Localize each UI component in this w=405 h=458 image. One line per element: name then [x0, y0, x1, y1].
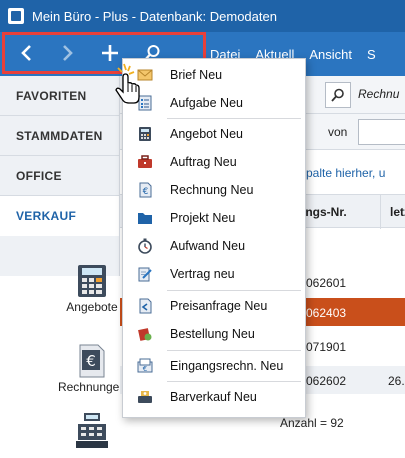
euro-invoice-icon: €	[139, 182, 152, 198]
tile-rechnungen[interactable]: € Rechnungen	[58, 344, 126, 394]
cell-nr: 062403	[306, 306, 347, 320]
chevron-left-icon	[21, 45, 31, 61]
app-icon	[8, 8, 24, 24]
von-input[interactable]	[358, 119, 405, 145]
menu-item-label: Projekt Neu	[170, 211, 236, 225]
sidebar-item-favoriten[interactable]: FAVORITEN	[0, 76, 119, 116]
menu-item-label: Bestellung Neu	[170, 327, 255, 341]
svg-text:€: €	[143, 365, 147, 373]
menu-item-auftrag-neu[interactable]: Auftrag Neu	[123, 148, 305, 176]
menu-item-barverkauf-neu[interactable]: Barverkauf Neu	[123, 383, 305, 411]
cell-letzte: 26.	[388, 374, 405, 388]
menu-separator	[167, 118, 301, 119]
chevron-right-icon	[63, 45, 73, 61]
tile-angebote[interactable]: Angebote	[62, 264, 122, 314]
stopwatch-icon	[138, 238, 152, 254]
menu-s[interactable]: S	[367, 47, 376, 62]
menu-item-angebot-neu[interactable]: Angebot Neu	[123, 120, 305, 148]
menu-item-label: Eingangsrechn. Neu	[170, 359, 284, 373]
svg-text:€: €	[143, 187, 149, 197]
menu-item-label: Aufgabe Neu	[170, 96, 243, 110]
menu-separator	[167, 381, 301, 382]
menu-item-label: Auftrag Neu	[170, 155, 237, 169]
cell-nr: 071901	[306, 340, 347, 354]
von-label: von	[328, 125, 348, 139]
cell-nr: 062602	[306, 374, 347, 388]
menu-ansicht[interactable]: Ansicht	[309, 47, 352, 62]
menu-item-label: Rechnung Neu	[170, 183, 254, 197]
sidebar-item-verkauf[interactable]: VERKAUF	[0, 196, 119, 236]
back-button[interactable]	[5, 35, 47, 71]
cash-sale-icon	[138, 391, 152, 403]
menu-item-eingangsrechnung-neu[interactable]: € Eingangsrechn. Neu	[123, 352, 305, 380]
menu-item-bestellung-neu[interactable]: Bestellung Neu	[123, 320, 305, 348]
menu-item-label: Brief Neu	[170, 68, 223, 82]
cell-nr: 062601	[306, 276, 347, 290]
menu-item-projekt-neu[interactable]: Projekt Neu	[123, 204, 305, 232]
menu-item-preisanfrage-neu[interactable]: Preisanfrage Neu	[123, 292, 305, 320]
cash-register-icon	[76, 413, 108, 448]
incoming-invoice-icon: €	[137, 358, 153, 373]
menu-separator	[167, 350, 301, 351]
new-item-dropdown: Brief Neu Aufgabe Neu Angebot Neu Auftra…	[122, 58, 306, 418]
hand-cursor-icon	[115, 63, 140, 104]
menu-item-rechnung-neu[interactable]: € Rechnung Neu	[123, 176, 305, 204]
plus-icon	[102, 45, 118, 61]
menu-item-vertrag-neu[interactable]: Vertrag neu	[123, 260, 305, 288]
column-header-letzte[interactable]: letz	[390, 205, 405, 219]
menu-item-label: Aufwand Neu	[170, 239, 246, 253]
title-bar: Mein Büro - Plus - Datenbank: Demodaten	[0, 0, 405, 32]
row-count-summary: Anzahl = 92	[280, 416, 344, 430]
menu-item-aufgabe-neu[interactable]: Aufgabe Neu	[123, 89, 305, 117]
contract-pen-icon	[138, 267, 152, 282]
sidebar-tiles: Angebote € Rechnungen	[0, 265, 126, 458]
price-request-icon	[139, 298, 152, 314]
search-icon	[331, 88, 344, 102]
briefcase-icon	[138, 155, 152, 168]
sidebar-item-office[interactable]: OFFICE	[0, 156, 119, 196]
svg-text:€: €	[86, 352, 96, 370]
menu-item-label: Vertrag neu	[170, 267, 235, 281]
grid-search-button[interactable]	[325, 82, 351, 108]
sidebar-item-stammdaten[interactable]: STAMMDATEN	[0, 116, 119, 156]
menu-item-label: Preisanfrage Neu	[170, 299, 268, 313]
menu-item-aufwand-neu[interactable]: Aufwand Neu	[123, 232, 305, 260]
tile-label-rechnungen: Rechnungen	[57, 380, 127, 394]
menu-item-label: Barverkauf Neu	[170, 390, 257, 404]
menu-separator	[167, 290, 301, 291]
sidebar: FAVORITEN STAMMDATEN OFFICE VERKAUF Ange…	[0, 76, 126, 458]
euro-document-icon: €	[79, 344, 105, 378]
search-field-value[interactable]: Rechnu	[358, 87, 399, 101]
calculator-icon	[78, 265, 106, 297]
folder-icon	[138, 213, 152, 224]
column-divider[interactable]	[380, 195, 381, 229]
order-icon	[138, 328, 152, 341]
tile-label-angebote: Angebote	[66, 300, 118, 314]
window-title: Mein Büro - Plus - Datenbank: Demodaten	[32, 8, 277, 24]
forward-button[interactable]	[47, 35, 89, 71]
menu-item-brief-neu[interactable]: Brief Neu	[123, 61, 305, 89]
calculator-icon	[139, 127, 151, 141]
menu-item-label: Angebot Neu	[170, 127, 243, 141]
tile-barverkauf[interactable]	[62, 412, 122, 448]
